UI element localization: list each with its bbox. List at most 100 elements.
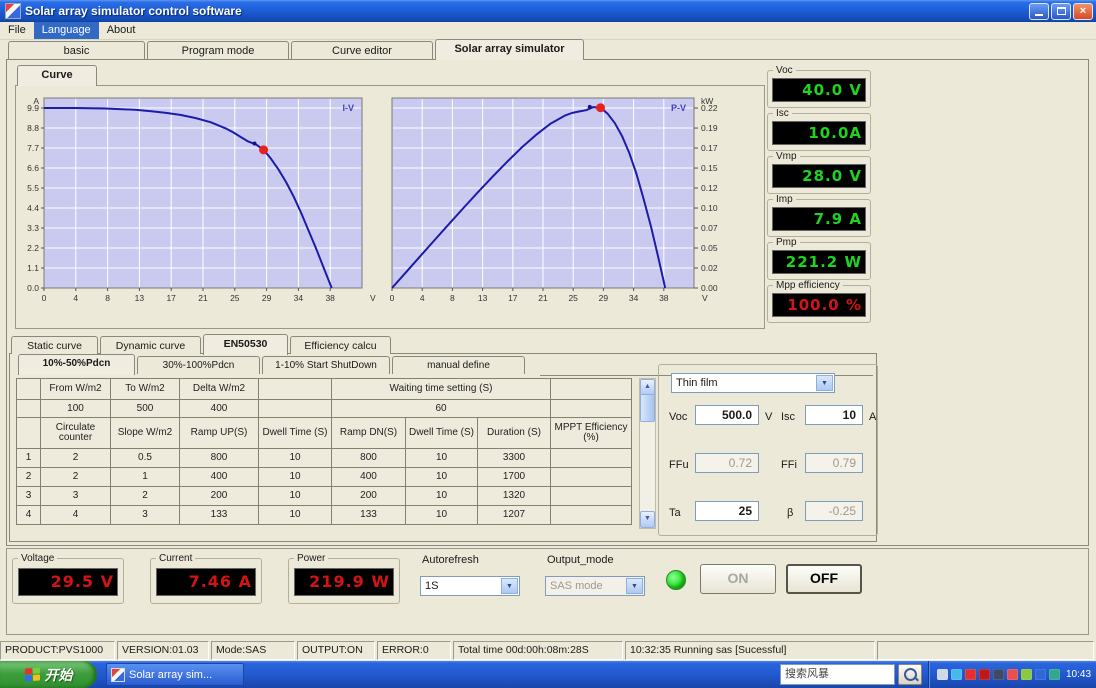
table-cell[interactable]: 400: [331, 467, 406, 487]
input-method-icon[interactable]: [993, 669, 1004, 680]
table-scrollbar[interactable]: ▲ ▼: [639, 378, 656, 529]
table-cell[interactable]: 10: [405, 505, 478, 525]
on-button[interactable]: ON: [700, 564, 776, 594]
table-header-cell: MPPT Efficiency (%): [550, 417, 632, 449]
table-cell[interactable]: 10: [258, 467, 332, 487]
table-cell[interactable]: 2: [40, 448, 111, 468]
search-input[interactable]: 搜索风暴: [780, 664, 895, 685]
svg-text:A: A: [33, 96, 39, 106]
param-field-ffi: 0.79: [805, 453, 863, 473]
search-button[interactable]: [898, 664, 922, 685]
table-cell[interactable]: 200: [179, 486, 259, 506]
table-cell[interactable]: 1320: [477, 486, 551, 506]
svg-text:0.00: 0.00: [701, 283, 718, 293]
menu-file[interactable]: File: [0, 22, 34, 39]
security-center-icon[interactable]: [965, 669, 976, 680]
table-header-cell: Duration (S): [477, 417, 551, 449]
table-cell[interactable]: 2: [110, 486, 180, 506]
table-cell[interactable]: 10: [405, 448, 478, 468]
tab-en50530[interactable]: EN50530: [203, 334, 288, 355]
table-header-cell: [258, 399, 332, 418]
sub-tab-1-10-start-shutdown[interactable]: 1-10% Start ShutDown: [262, 356, 390, 374]
shield-blue-icon[interactable]: [1035, 669, 1046, 680]
curve-mode-tab-strip: Static curve Dynamic curve EN50530 Efficien…: [11, 334, 391, 355]
off-button[interactable]: OFF: [786, 564, 862, 594]
tab-efficiency-calcu[interactable]: Efficiency calcu: [290, 336, 391, 354]
scrollbar-thumb[interactable]: [640, 394, 655, 422]
scroll-down-icon[interactable]: ▼: [640, 511, 655, 528]
table-cell[interactable]: 400: [179, 467, 259, 487]
meter-value: 219.9 W: [294, 568, 394, 596]
sub-tab-30-100-pdcn[interactable]: 30%-100%Pdcn: [137, 356, 260, 374]
svg-text:0.15: 0.15: [701, 163, 718, 173]
pv-technology-value: Thin film: [676, 377, 718, 389]
tab-curve[interactable]: Curve: [17, 65, 97, 86]
param-field-: -0.25: [805, 501, 863, 521]
table-cell[interactable]: 10: [258, 448, 332, 468]
table-cell[interactable]: [550, 486, 632, 506]
table-cell[interactable]: 10: [405, 486, 478, 506]
sub-tab-10-50-pdcn[interactable]: 10%-50%Pdcn: [18, 354, 135, 375]
table-cell[interactable]: 3: [110, 505, 180, 525]
table-cell[interactable]: 1207: [477, 505, 551, 525]
pv-technology-select[interactable]: Thin film ▼: [671, 373, 835, 393]
svg-text:0.19: 0.19: [701, 123, 718, 133]
table-cell[interactable]: 3300: [477, 448, 551, 468]
table-cell[interactable]: 10: [258, 486, 332, 506]
volume-icon[interactable]: [937, 669, 948, 680]
param-field-voc[interactable]: 500.0: [695, 405, 759, 425]
update-icon[interactable]: [1021, 669, 1032, 680]
table-cell[interactable]: [550, 505, 632, 525]
tab-static-curve[interactable]: Static curve: [11, 336, 98, 354]
table-cell[interactable]: 10: [258, 505, 332, 525]
svg-text:I-V: I-V: [342, 103, 354, 113]
table-cell[interactable]: 200: [331, 486, 406, 506]
chevron-down-icon[interactable]: ▼: [501, 578, 518, 594]
meter-group: Voltage 29.5 V Current 7.46 A Power 219.9 W: [12, 553, 400, 604]
close-button[interactable]: ×: [1073, 2, 1093, 20]
taskbar-task-button[interactable]: Solar array sim...: [106, 663, 244, 686]
svg-text:34: 34: [629, 293, 639, 303]
tab-solar-array-simulator[interactable]: Solar array simulator: [435, 39, 584, 60]
output-mode-label: Output_mode: [547, 554, 614, 566]
table-cell[interactable]: 4: [40, 505, 111, 525]
media-player-icon[interactable]: [1007, 669, 1018, 680]
table-cell[interactable]: 2: [40, 467, 111, 487]
autorefresh-select[interactable]: 1S ▼: [420, 576, 520, 596]
table-cell[interactable]: [550, 467, 632, 487]
table-cell[interactable]: 133: [331, 505, 406, 525]
table-cell[interactable]: 1700: [477, 467, 551, 487]
readout-value: 221.2 W: [772, 250, 866, 274]
minimize-button[interactable]: [1029, 2, 1049, 20]
start-button[interactable]: 开始: [0, 661, 97, 688]
tab-dynamic-curve[interactable]: Dynamic curve: [100, 336, 201, 354]
tab-program-mode[interactable]: Program mode: [147, 41, 289, 59]
table-cell[interactable]: 800: [331, 448, 406, 468]
table-cell[interactable]: 1: [110, 467, 180, 487]
meter-value: 29.5 V: [18, 568, 118, 596]
title-bar: Solar array simulator control software ×: [0, 0, 1096, 22]
meter-label: Voltage: [18, 553, 58, 564]
param-field-ta[interactable]: 25: [695, 501, 759, 521]
chevron-down-icon: ▼: [626, 578, 643, 594]
table-cell[interactable]: 0.5: [110, 448, 180, 468]
menu-language[interactable]: Language: [33, 22, 99, 39]
messenger-icon[interactable]: [951, 669, 962, 680]
table-cell[interactable]: 133: [179, 505, 259, 525]
table-cell[interactable]: 800: [179, 448, 259, 468]
table-cell[interactable]: 10: [405, 467, 478, 487]
app-icon: [5, 3, 21, 19]
tab-curve-editor[interactable]: Curve editor: [291, 41, 433, 59]
tab-basic[interactable]: basic: [8, 41, 145, 59]
antivirus-icon[interactable]: [979, 669, 990, 680]
table-header-cell: 60: [331, 399, 551, 418]
maximize-button[interactable]: [1051, 2, 1071, 20]
menu-about[interactable]: About: [99, 22, 144, 39]
param-field-ffu: 0.72: [695, 453, 759, 473]
shield-green-icon[interactable]: [1049, 669, 1060, 680]
sub-tab-manual-define[interactable]: manual define: [392, 356, 525, 374]
table-cell[interactable]: [550, 448, 632, 468]
table-cell[interactable]: 3: [40, 486, 111, 506]
param-field-isc[interactable]: 10: [805, 405, 863, 425]
chevron-down-icon[interactable]: ▼: [816, 375, 833, 391]
